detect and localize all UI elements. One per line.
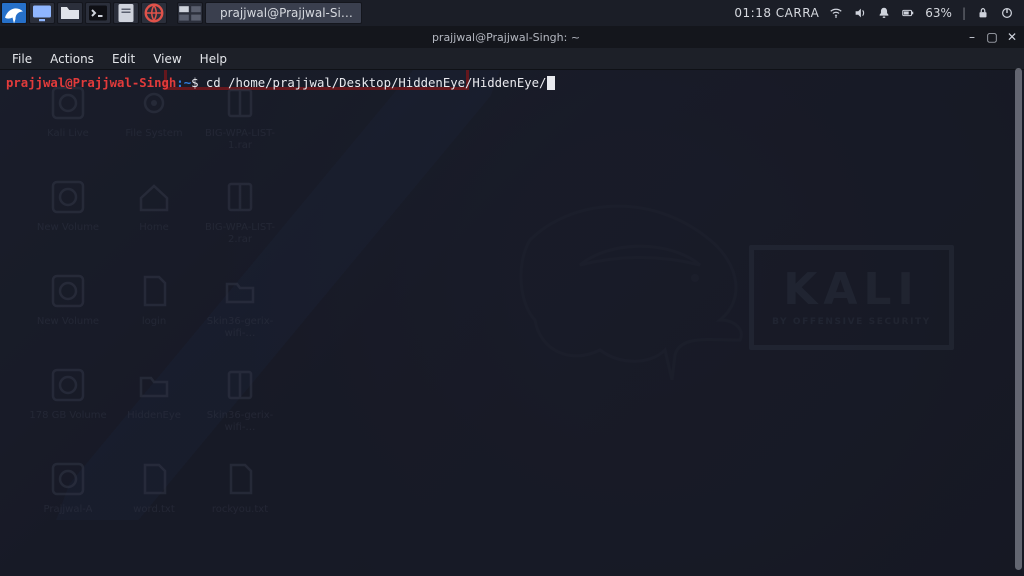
window-minimize-button[interactable]: – — [966, 31, 978, 43]
desktop-icon — [30, 1, 54, 25]
terminal-line: prajjwal@Prajjwal-Singh:~$ cd /home/praj… — [6, 76, 1016, 90]
battery-icon[interactable] — [901, 6, 915, 20]
wifi-icon[interactable] — [829, 6, 843, 20]
terminal-icon — [86, 1, 110, 25]
workspace-icon — [178, 5, 202, 22]
terminal-menubar: File Actions Edit View Help — [0, 48, 1024, 70]
system-bar: prajjwal@Prajjwal-Si… 01:18 CARRA 63% | — [0, 0, 1024, 26]
app-menu-button[interactable] — [1, 2, 27, 24]
volume-icon[interactable] — [853, 6, 867, 20]
browser-button[interactable] — [141, 2, 167, 24]
terminal-cursor — [547, 76, 555, 90]
folder-icon — [58, 1, 82, 25]
file-manager-button[interactable] — [57, 2, 83, 24]
tray-divider: | — [962, 6, 966, 20]
prompt-user: prajjwal@Prajjwal-Singh — [6, 76, 176, 90]
bell-icon[interactable] — [877, 6, 891, 20]
menu-view[interactable]: View — [153, 52, 181, 66]
editor-icon — [114, 1, 138, 25]
terminal-titlebar[interactable]: prajjwal@Prajjwal-Singh: ~ – ▢ ✕ — [0, 26, 1024, 48]
text-editor-button[interactable] — [113, 2, 139, 24]
window-maximize-button[interactable]: ▢ — [986, 31, 998, 43]
terminal-title: prajjwal@Prajjwal-Singh: ~ — [46, 31, 966, 44]
power-icon[interactable] — [1000, 6, 1014, 20]
command-text: cd /home/prajjwal/Desktop/HiddenEye/Hidd… — [206, 76, 547, 90]
menu-file[interactable]: File — [12, 52, 32, 66]
menu-help[interactable]: Help — [200, 52, 227, 66]
clock[interactable]: 01:18 CARRA — [734, 6, 819, 20]
lock-icon[interactable] — [976, 6, 990, 20]
show-desktop-button[interactable] — [29, 2, 55, 24]
menu-edit[interactable]: Edit — [112, 52, 135, 66]
prompt-separator: : — [176, 76, 183, 90]
terminal-scrollbar[interactable] — [1015, 68, 1022, 570]
terminal-body[interactable]: prajjwal@Prajjwal-Singh:~$ cd /home/praj… — [0, 70, 1024, 576]
menu-actions[interactable]: Actions — [50, 52, 94, 66]
taskbar-entry-terminal[interactable]: prajjwal@Prajjwal-Si… — [205, 2, 362, 24]
terminal-launcher-button[interactable] — [85, 2, 111, 24]
kali-logo-icon — [2, 1, 26, 25]
workspace-switcher[interactable] — [177, 2, 203, 24]
prompt-end: $ — [191, 76, 198, 90]
terminal-window: prajjwal@Prajjwal-Singh: ~ – ▢ ✕ File Ac… — [0, 26, 1024, 576]
taskbar-entry-label: prajjwal@Prajjwal-Si… — [220, 6, 353, 20]
window-close-button[interactable]: ✕ — [1006, 31, 1018, 43]
globe-icon — [142, 1, 166, 25]
prompt-path: ~ — [184, 76, 191, 90]
battery-percentage: 63% — [925, 6, 952, 20]
